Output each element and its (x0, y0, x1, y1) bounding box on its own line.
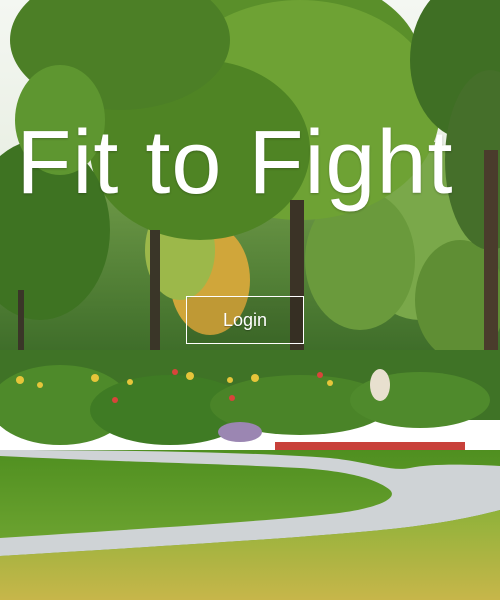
app-title: Fit to Fight (16, 113, 454, 213)
login-button[interactable]: Login (186, 296, 304, 344)
login-page: Fit to Fight Login (0, 0, 500, 600)
